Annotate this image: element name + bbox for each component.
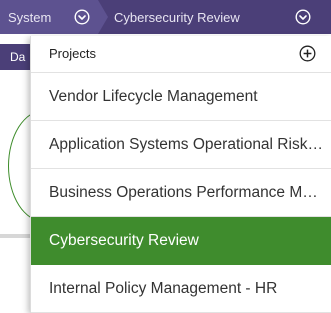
breadcrumb-current[interactable]: Cybersecurity Review bbox=[114, 0, 240, 34]
project-item-selected[interactable]: Cybersecurity Review bbox=[31, 217, 331, 265]
chevron-down-circle-icon[interactable] bbox=[74, 9, 90, 25]
breadcrumb-bar: System Cybersecurity Review bbox=[0, 0, 331, 34]
background-tab[interactable]: Da bbox=[0, 44, 32, 70]
projects-dropdown: Projects Vendor Lifecycle Management App… bbox=[30, 36, 331, 313]
breadcrumb-system[interactable]: System bbox=[0, 0, 98, 34]
breadcrumb-system-label: System bbox=[8, 9, 52, 25]
project-item[interactable]: Application Systems Operational Risk Man… bbox=[31, 121, 331, 169]
project-item-label: Application Systems Operational Risk Man… bbox=[49, 135, 324, 153]
background-divider bbox=[0, 234, 34, 238]
project-item-label: Internal Policy Management - HR bbox=[49, 279, 278, 297]
projects-title: Projects bbox=[49, 46, 96, 61]
projects-dropdown-header: Projects bbox=[31, 36, 331, 73]
chevron-down-circle-icon[interactable] bbox=[295, 9, 311, 25]
breadcrumb-separator bbox=[98, 0, 108, 34]
project-item[interactable]: Business Operations Performance Manageme… bbox=[31, 169, 331, 217]
plus-circle-icon bbox=[299, 45, 316, 62]
project-item-label: Business Operations Performance Manageme… bbox=[49, 183, 324, 201]
project-item-label: Cybersecurity Review bbox=[49, 231, 199, 249]
background-tab-label: Da bbox=[10, 50, 26, 64]
add-project-button[interactable] bbox=[299, 45, 316, 67]
breadcrumb-current-label: Cybersecurity Review bbox=[114, 9, 240, 25]
project-item-label: Vendor Lifecycle Management bbox=[49, 87, 258, 105]
project-item[interactable]: Vendor Lifecycle Management bbox=[31, 73, 331, 121]
project-item[interactable]: Internal Policy Management - HR bbox=[31, 265, 331, 313]
